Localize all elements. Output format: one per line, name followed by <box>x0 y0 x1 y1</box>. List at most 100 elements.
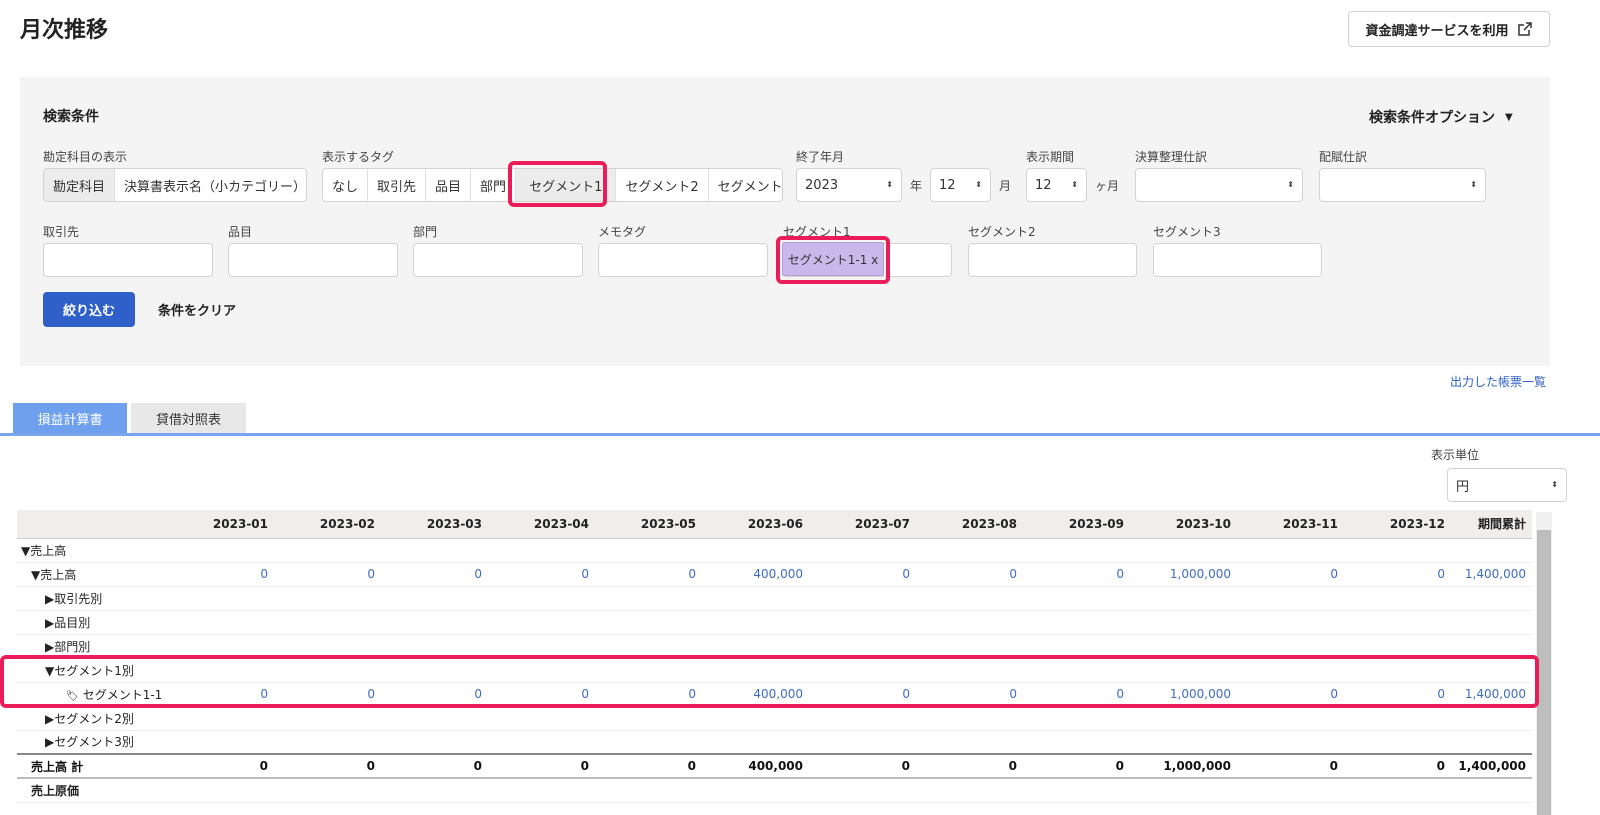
row-name-cell: 売上原価 <box>17 778 167 803</box>
updown-caret-icon: ⬍ <box>1071 180 1078 189</box>
apply-filter-button[interactable]: 絞り込む <box>43 292 135 327</box>
value-cell <box>809 610 916 635</box>
display-unit-label: 表示単位 <box>1431 448 1480 462</box>
end-year-select[interactable]: 2023 ⬍ <box>796 168 902 202</box>
tab-balance-sheet[interactable]: 貸借対照表 <box>131 403 246 434</box>
filter-segment3-input[interactable] <box>1153 243 1322 277</box>
row-name-cell[interactable]: ▼売上高 <box>17 562 167 587</box>
value-cell <box>1130 586 1237 611</box>
row-name-label: ▶部門別 <box>45 639 91 654</box>
value-cell <box>1237 538 1344 563</box>
value-cell <box>595 778 702 803</box>
segment1-chip-highlight <box>776 236 890 284</box>
table-row: ▼売上高 0 0 0 0 0 400,000 0 0 0 1,000,000 0 0 1,400,000 <box>17 562 1532 587</box>
value-cell <box>488 706 595 731</box>
value-cell <box>702 706 809 731</box>
output-reports-link[interactable]: 出力した帳票一覧 <box>1450 373 1546 390</box>
end-month-select[interactable]: 12 ⬍ <box>930 168 991 202</box>
table-row: ▶セグメント2別 <box>17 706 1532 731</box>
value-cell <box>809 730 916 755</box>
search-options-toggle[interactable]: 検索条件オプション ▼ <box>1369 107 1513 127</box>
value-cell: 0 <box>274 753 381 779</box>
tag-option-item[interactable]: 品目 <box>426 169 472 201</box>
tag-option-partner[interactable]: 取引先 <box>368 169 427 201</box>
value-cell <box>167 778 274 803</box>
period-unit: ヶ月 <box>1095 179 1120 193</box>
row-name-label: 売上高 計 <box>31 759 84 774</box>
value-cell <box>274 730 381 755</box>
value-cell[interactable]: 0 <box>167 562 274 587</box>
filter-item-label: 品目 <box>228 225 253 239</box>
value-cell <box>1344 778 1451 803</box>
allocation-entries-label: 配賦仕訳 <box>1319 150 1368 164</box>
row-name-label: 売上原価 <box>31 783 80 798</box>
row-name-cell[interactable]: ▼売上高 <box>17 538 167 563</box>
funding-service-button[interactable]: 資金調達サービスを利用 <box>1348 11 1550 47</box>
row-name-cell[interactable]: ▶セグメント3別 <box>17 730 167 755</box>
value-cell <box>381 586 488 611</box>
row-name-cell[interactable]: ▶セグメント2別 <box>17 706 167 731</box>
filter-partner-label: 取引先 <box>43 225 80 239</box>
closing-entries-select[interactable]: ⬍ <box>1135 168 1303 202</box>
end-month-label: 終了年月 <box>796 150 845 164</box>
tag-option-segment3[interactable]: セグメント3 <box>709 169 782 201</box>
value-cell[interactable]: 0 <box>381 562 488 587</box>
table-row: ▶セグメント3別 <box>17 730 1532 755</box>
period-select[interactable]: 12 ⬍ <box>1026 168 1087 202</box>
updown-caret-icon: ⬍ <box>1470 180 1477 189</box>
filter-department-input[interactable] <box>413 243 583 277</box>
value-cell <box>1130 610 1237 635</box>
clear-conditions-button[interactable]: 条件をクリア <box>158 300 236 319</box>
row-name-label: ▶セグメント3別 <box>45 735 134 750</box>
value-cell[interactable]: 0 <box>488 562 595 587</box>
caret-down-icon: ▼ <box>1505 111 1513 123</box>
table-scrollbar-thumb[interactable] <box>1537 530 1551 815</box>
value-cell <box>1237 586 1344 611</box>
value-cell[interactable]: 0 <box>916 562 1023 587</box>
value-cell[interactable]: 0 <box>809 562 916 587</box>
filter-item-input[interactable] <box>228 243 398 277</box>
updown-caret-icon: ⬍ <box>1287 180 1294 189</box>
row-name-cell[interactable]: ▶取引先別 <box>17 586 167 611</box>
value-cell[interactable]: 0 <box>595 562 702 587</box>
value-cell <box>488 730 595 755</box>
filter-segment2-input[interactable] <box>968 243 1137 277</box>
account-display-option-statement-name[interactable]: 決算書表示名（小カテゴリー） <box>115 169 306 201</box>
tag-option-none[interactable]: なし <box>323 169 369 201</box>
value-cell <box>916 610 1023 635</box>
value-cell[interactable]: 0 <box>274 562 381 587</box>
value-cell <box>274 586 381 611</box>
value-cell <box>1344 610 1451 635</box>
value-cell <box>702 586 809 611</box>
updown-caret-icon: ⬍ <box>975 180 982 189</box>
value-cell[interactable]: 0 <box>1344 562 1451 587</box>
filter-segment3-label: セグメント3 <box>1153 225 1221 239</box>
column-header: 2023-08 <box>916 510 1023 539</box>
value-cell[interactable]: 400,000 <box>702 562 809 587</box>
display-unit-select[interactable]: 円 ⬍ <box>1447 468 1567 502</box>
allocation-entries-select[interactable]: ⬍ <box>1319 168 1486 202</box>
value-cell <box>381 538 488 563</box>
closing-entries-label: 決算整理仕訳 <box>1135 150 1208 164</box>
value-cell <box>1237 706 1344 731</box>
page-title: 月次推移 <box>20 18 109 43</box>
value-cell[interactable]: 0 <box>1023 562 1130 587</box>
value-cell[interactable]: 0 <box>1237 562 1344 587</box>
value-cell <box>595 586 702 611</box>
row-name-cell[interactable]: ▶品目別 <box>17 610 167 635</box>
tag-option-segment2[interactable]: セグメント2 <box>616 169 709 201</box>
tab-profit-loss[interactable]: 損益計算書 <box>13 403 127 434</box>
table-row: 売上原価 <box>17 778 1532 803</box>
value-cell: 0 <box>381 753 488 779</box>
value-cell[interactable]: 1,400,000 <box>1451 562 1532 587</box>
value-cell[interactable]: 1,000,000 <box>1130 562 1237 587</box>
value-cell <box>488 538 595 563</box>
account-display-option-account[interactable]: 勘定科目 <box>44 169 116 201</box>
filter-memo-tag-input[interactable] <box>598 243 768 277</box>
value-cell <box>1237 778 1344 803</box>
filter-memo-tag-label: メモタグ <box>598 225 647 239</box>
value-cell <box>1237 610 1344 635</box>
filter-partner-input[interactable] <box>43 243 213 277</box>
value-cell <box>595 706 702 731</box>
period-value: 12 <box>1035 177 1052 193</box>
